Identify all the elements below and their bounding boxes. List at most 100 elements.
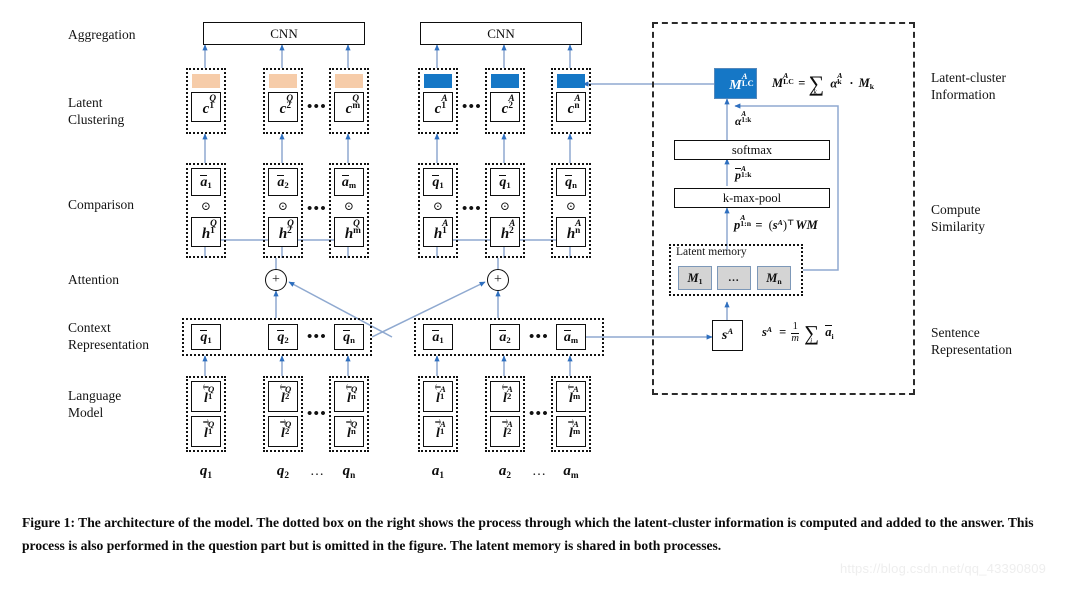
lm-forward-cell-question-1: l1Q bbox=[191, 416, 221, 447]
cnn-box-question[interactable]: CNN bbox=[203, 22, 365, 45]
lm-backward-answer-3-math: lmA bbox=[568, 383, 581, 406]
attention-plus-node-answer: + bbox=[487, 269, 509, 291]
lm-forward-question-1-math: l1Q bbox=[203, 418, 215, 441]
context-cell-question-1: q1 bbox=[191, 324, 221, 350]
latent-cell-question-3-math: cmQ bbox=[345, 93, 361, 117]
sentence-representation-box: sA bbox=[712, 320, 743, 351]
comparison-operator-answer-2: ⊙ bbox=[499, 199, 511, 213]
kmaxpool-box[interactable]: k-max-pool bbox=[674, 188, 830, 208]
input-token-question-2: q2 bbox=[268, 462, 298, 481]
side-label-compute-similarity: Compute Similarity bbox=[931, 202, 985, 234]
comparison-operator-question-2: ⊙ bbox=[277, 199, 289, 213]
latent-memory-title: Latent memory bbox=[676, 246, 747, 258]
language-model-ellipsis-question: ••• bbox=[307, 405, 327, 422]
mlc-chip-math: M LC A bbox=[729, 70, 754, 93]
context-cell-answer-3: am bbox=[556, 324, 586, 350]
comparison-bottom-question-1: h1Q bbox=[191, 217, 221, 247]
input-token-question-3-math: qn bbox=[342, 463, 356, 481]
latent-bar-question-2 bbox=[269, 74, 297, 88]
input-token-answer-2: a2 bbox=[490, 462, 520, 481]
lm-backward-question-2-math: l2Q bbox=[280, 383, 292, 406]
input-token-answer-2-math: a2 bbox=[498, 463, 512, 481]
stage-label-aggregation: Aggregation bbox=[68, 27, 136, 42]
sentence-formula: sA = 1 m ∑ i ai bbox=[762, 321, 922, 344]
comparison-top-question-3: am bbox=[334, 168, 364, 196]
softmax-box[interactable]: softmax bbox=[674, 140, 830, 160]
latent-bar-question-3 bbox=[335, 74, 363, 88]
lm-forward-cell-answer-2: l2A bbox=[490, 416, 520, 447]
lm-backward-question-1-math: l1Q bbox=[203, 383, 215, 406]
stage-label-attention: Attention bbox=[68, 272, 119, 287]
lm-forward-cell-answer-3: lmA bbox=[556, 416, 586, 447]
input-token-question-3: qn bbox=[334, 462, 364, 481]
latent-clustering-ellipsis-question: ••• bbox=[307, 98, 327, 115]
alpha-label: α 1:k A bbox=[735, 110, 805, 130]
comparison-bottom-answer-2: h2A bbox=[490, 217, 520, 247]
comparison-bottom-question-2: h2Q bbox=[268, 217, 298, 247]
latent-cell-question-1: c1Q bbox=[191, 92, 221, 122]
kmaxpool-label: k-max-pool bbox=[722, 190, 782, 205]
memory-cell-n: Mn bbox=[757, 266, 791, 290]
context-cell-answer-3-math: am bbox=[563, 329, 579, 346]
lm-backward-cell-answer-3: lmA bbox=[556, 381, 586, 412]
similarity-formula: p 1:n A = (sA)⊤WM bbox=[734, 214, 924, 234]
latent-cell-answer-1: c1A bbox=[423, 92, 453, 122]
cnn-box-answer[interactable]: CNN bbox=[420, 22, 582, 45]
input-token-question-1: q1 bbox=[191, 462, 221, 481]
comparison-bottom-question-3-math: hmQ bbox=[344, 218, 361, 242]
comparison-operator-question-3: ⊙ bbox=[343, 199, 355, 213]
lm-backward-answer-1-math: l1A bbox=[435, 383, 446, 406]
context-cell-question-1-math: q1 bbox=[200, 329, 212, 346]
lm-backward-cell-question-1: l1Q bbox=[191, 381, 221, 412]
stage-label-comparison: Comparison bbox=[68, 197, 134, 212]
stage-label-latent-clustering: Latent Clustering bbox=[68, 95, 125, 127]
comparison-bottom-question-1-math: h1Q bbox=[201, 218, 217, 242]
comparison-operator-answer-3: ⊙ bbox=[565, 199, 577, 213]
pbar-label: p 1:k A bbox=[735, 163, 805, 184]
pbar-label-math: p 1:k A bbox=[735, 163, 752, 182]
comparison-ellipsis-question: ••• bbox=[307, 200, 327, 217]
stage-label-context-representation: Context Representation bbox=[68, 320, 149, 352]
lm-forward-answer-1-math: l1A bbox=[435, 418, 446, 441]
comparison-top-question-1: a1 bbox=[191, 168, 221, 196]
comparison-bottom-question-2-math: h2Q bbox=[278, 218, 294, 242]
figure-caption: Figure 1: The architecture of the model.… bbox=[22, 515, 1034, 553]
memory-cell-1-math: M1 bbox=[687, 270, 703, 287]
input-ellipsis-question: … bbox=[310, 464, 324, 479]
comparison-top-question-2-math: a2 bbox=[277, 174, 289, 191]
context-ellipsis-question: ••• bbox=[307, 328, 327, 345]
comparison-top-question-3-math: am bbox=[341, 174, 357, 191]
comparison-operator-question-1: ⊙ bbox=[200, 199, 212, 213]
context-cell-question-2: q2 bbox=[268, 324, 298, 350]
comparison-bottom-answer-1-math: h1A bbox=[433, 218, 449, 242]
memory-cell-ellipsis-label: … bbox=[728, 272, 740, 284]
latent-cell-answer-1-math: c1A bbox=[434, 93, 448, 117]
input-token-question-1-math: q1 bbox=[199, 463, 213, 481]
lm-backward-cell-answer-1: l1A bbox=[423, 381, 453, 412]
comparison-bottom-answer-3-math: hnA bbox=[566, 218, 582, 242]
input-token-question-2-math: q2 bbox=[276, 463, 290, 481]
latent-cell-answer-3-math: cnA bbox=[567, 93, 581, 117]
latent-cell-question-2-math: c2Q bbox=[279, 93, 294, 117]
comparison-top-answer-3: qn bbox=[556, 168, 586, 196]
lm-backward-cell-answer-2: l2A bbox=[490, 381, 520, 412]
attention-plus-node-question: + bbox=[265, 269, 287, 291]
alpha-label-math: α 1:k A bbox=[735, 110, 752, 128]
lm-forward-cell-question-3: lnQ bbox=[334, 416, 364, 447]
attention-plus-symbol-answer: + bbox=[494, 272, 502, 287]
lm-backward-question-3-math: lnQ bbox=[346, 383, 358, 406]
language-model-ellipsis-answer: ••• bbox=[529, 405, 549, 422]
lm-forward-question-3-math: lnQ bbox=[346, 418, 358, 441]
latent-cell-question-2: c2Q bbox=[268, 92, 298, 122]
context-cell-question-3: qn bbox=[334, 324, 364, 350]
latent-bar-question-1 bbox=[192, 74, 220, 88]
side-label-sentence-representation: Sentence Representation bbox=[931, 325, 1012, 357]
comparison-top-answer-1-math: q1 bbox=[432, 174, 444, 191]
memory-cell-1: M1 bbox=[678, 266, 712, 290]
lm-forward-answer-2-math: l2A bbox=[502, 418, 513, 441]
cnn-label-question: CNN bbox=[270, 25, 298, 41]
comparison-ellipsis-answer: ••• bbox=[462, 200, 482, 217]
lm-backward-cell-question-3: lnQ bbox=[334, 381, 364, 412]
comparison-operator-answer-1: ⊙ bbox=[432, 199, 444, 213]
context-cell-answer-2-math: a2 bbox=[499, 329, 511, 346]
